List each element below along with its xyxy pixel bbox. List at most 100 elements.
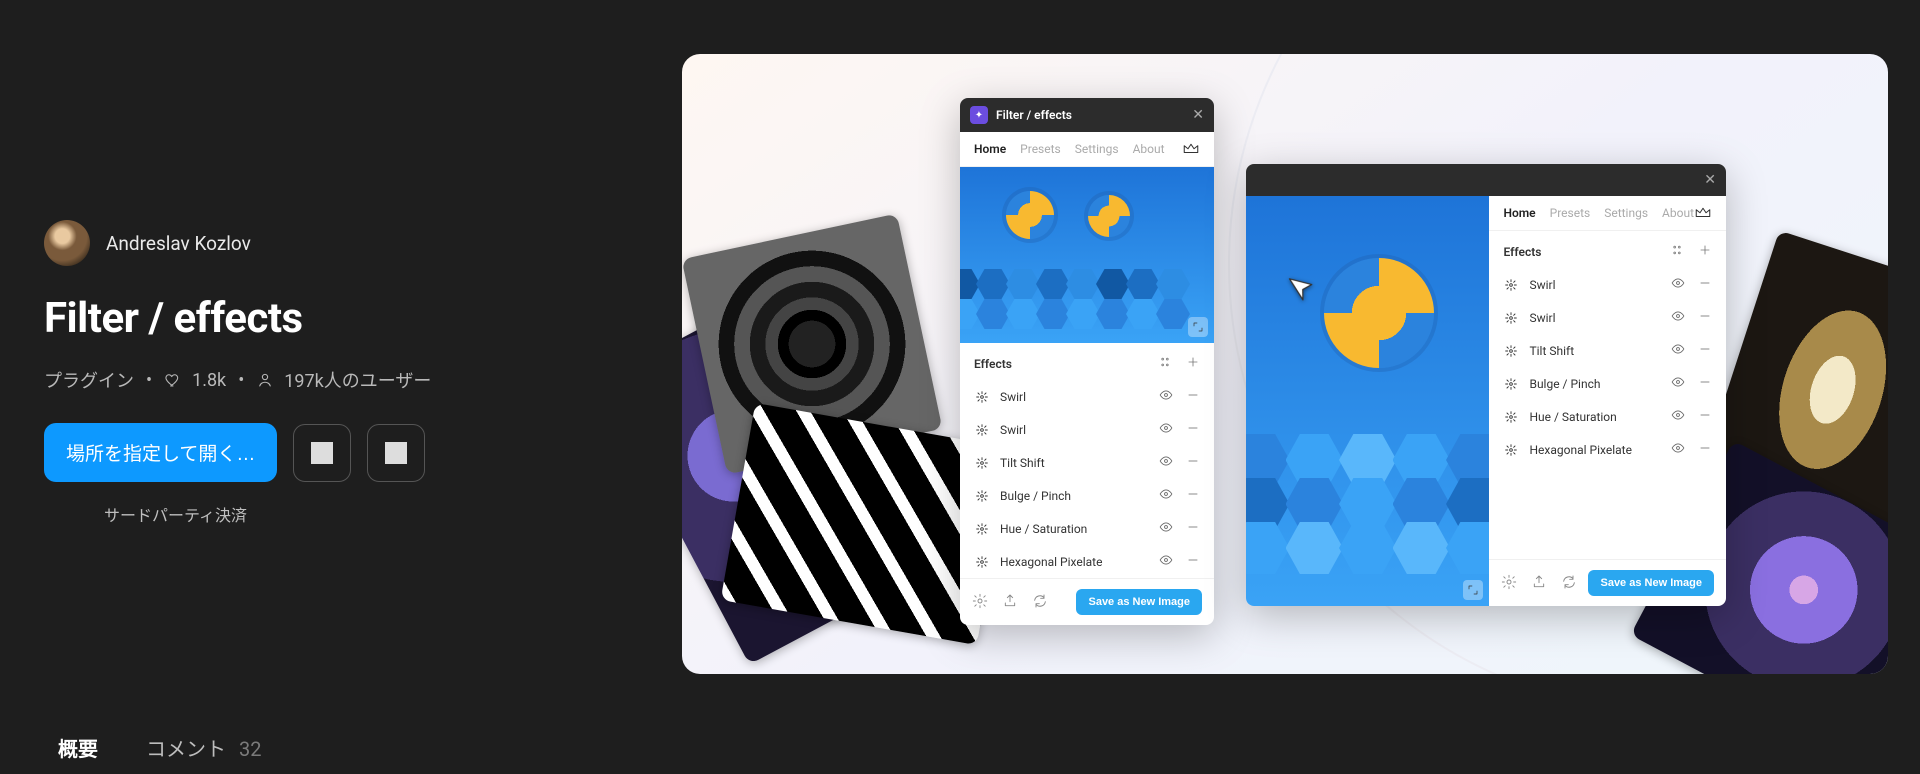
- panel-tab-home[interactable]: Home: [1503, 206, 1535, 220]
- panel-tab-settings[interactable]: Settings: [1075, 142, 1119, 156]
- meta-likes: 1.8k: [192, 370, 226, 391]
- effect-icon: [974, 422, 990, 438]
- visibility-icon[interactable]: [1670, 309, 1686, 326]
- visibility-icon[interactable]: [1670, 408, 1686, 425]
- add-icon[interactable]: [1698, 243, 1712, 260]
- crown-icon[interactable]: [1182, 142, 1200, 156]
- crown-icon[interactable]: [1694, 206, 1712, 220]
- refresh-icon[interactable]: [1032, 593, 1048, 612]
- open-in-button[interactable]: 場所を指定して開く…: [44, 423, 277, 482]
- panel-tab-settings[interactable]: Settings: [1604, 206, 1648, 220]
- remove-icon[interactable]: [1698, 276, 1712, 293]
- gear-icon[interactable]: [972, 593, 988, 612]
- effect-name: Bulge / Pinch: [1000, 489, 1071, 503]
- remove-icon[interactable]: [1186, 520, 1200, 537]
- panel-tab-about[interactable]: About: [1133, 142, 1165, 156]
- effect-row[interactable]: Hue / Saturation: [1489, 400, 1726, 433]
- visibility-icon[interactable]: [1158, 553, 1174, 570]
- effect-row[interactable]: Swirl: [1489, 301, 1726, 334]
- remove-icon[interactable]: [1698, 408, 1712, 425]
- expand-icon[interactable]: [1463, 580, 1483, 600]
- tab-comments-label: コメント: [146, 737, 226, 761]
- remove-icon[interactable]: [1186, 487, 1200, 504]
- remove-icon[interactable]: [1698, 441, 1712, 458]
- plugin-icon: ✦: [970, 106, 988, 124]
- remove-icon[interactable]: [1698, 309, 1712, 326]
- panel-preview: [960, 167, 1214, 343]
- panel-titlebar: ✕: [1246, 164, 1726, 196]
- effect-name: Swirl: [1000, 390, 1026, 404]
- export-icon[interactable]: [1002, 593, 1018, 612]
- remove-icon[interactable]: [1698, 375, 1712, 392]
- effects-header: Effects: [1489, 231, 1726, 268]
- author-row[interactable]: Andreslav Kozlov: [44, 220, 504, 266]
- expand-icon[interactable]: [1188, 317, 1208, 337]
- effect-name: Tilt Shift: [1529, 344, 1574, 358]
- icon-button-2[interactable]: [367, 424, 425, 482]
- effect-row[interactable]: Swirl: [960, 380, 1214, 413]
- close-icon[interactable]: ✕: [1192, 107, 1204, 123]
- swirl-graphic: [1324, 258, 1434, 368]
- effect-icon: [1503, 409, 1519, 425]
- drag-icon[interactable]: [1670, 243, 1684, 260]
- cursor-icon: [1284, 269, 1323, 313]
- visibility-icon[interactable]: [1158, 520, 1174, 537]
- panel-footer: Save as New Image: [960, 578, 1214, 625]
- plugin-info-panel: Andreslav Kozlov Filter / effects プラグイン …: [44, 220, 504, 526]
- effect-row[interactable]: Tilt Shift: [1489, 334, 1726, 367]
- export-icon[interactable]: [1531, 574, 1547, 593]
- panel-titlebar: ✦ Filter / effects ✕: [960, 98, 1214, 132]
- save-button[interactable]: Save as New Image: [1588, 570, 1714, 596]
- remove-icon[interactable]: [1186, 454, 1200, 471]
- panel-tab-presets[interactable]: Presets: [1020, 142, 1061, 156]
- visibility-icon[interactable]: [1158, 388, 1174, 405]
- tab-overview[interactable]: 概要: [58, 727, 98, 768]
- square-icon: [311, 442, 333, 464]
- panel-title: Filter / effects: [996, 108, 1072, 122]
- panel-tab-about[interactable]: About: [1662, 206, 1694, 220]
- effect-icon: [1503, 310, 1519, 326]
- remove-icon[interactable]: [1186, 421, 1200, 438]
- remove-icon[interactable]: [1186, 388, 1200, 405]
- visibility-icon[interactable]: [1158, 454, 1174, 471]
- visibility-icon[interactable]: [1670, 276, 1686, 293]
- effect-row[interactable]: Hexagonal Pixelate: [1489, 433, 1726, 466]
- visibility-icon[interactable]: [1670, 342, 1686, 359]
- visibility-icon[interactable]: [1670, 441, 1686, 458]
- panel-tab-presets[interactable]: Presets: [1550, 206, 1591, 220]
- heart-icon: [164, 371, 182, 389]
- effect-icon: [974, 521, 990, 537]
- effect-row[interactable]: Tilt Shift: [960, 446, 1214, 479]
- effect-name: Swirl: [1000, 423, 1026, 437]
- panel-tabs: Home Presets Settings About: [960, 132, 1214, 167]
- effect-icon: [974, 554, 990, 570]
- panel-footer: Save as New Image: [1489, 559, 1726, 606]
- effect-row[interactable]: Swirl: [960, 413, 1214, 446]
- visibility-icon[interactable]: [1158, 487, 1174, 504]
- effect-row[interactable]: Bulge / Pinch: [960, 479, 1214, 512]
- panel-tabs: Home Presets Settings About: [1489, 196, 1726, 231]
- effect-row[interactable]: Swirl: [1489, 268, 1726, 301]
- remove-icon[interactable]: [1186, 553, 1200, 570]
- author-name: Andreslav Kozlov: [106, 232, 251, 255]
- save-button[interactable]: Save as New Image: [1076, 589, 1202, 615]
- panel-tab-home[interactable]: Home: [974, 142, 1006, 156]
- effect-name: Swirl: [1529, 311, 1555, 325]
- refresh-icon[interactable]: [1561, 574, 1577, 593]
- effect-icon: [1503, 376, 1519, 392]
- plugin-panel-b: ✕ Home Presets Sett: [1246, 164, 1726, 606]
- effect-row[interactable]: Bulge / Pinch: [1489, 367, 1726, 400]
- swirl-graphic: [1088, 195, 1130, 237]
- visibility-icon[interactable]: [1158, 421, 1174, 438]
- add-icon[interactable]: [1186, 355, 1200, 372]
- close-icon[interactable]: ✕: [1704, 172, 1716, 188]
- drag-icon[interactable]: [1158, 355, 1172, 372]
- remove-icon[interactable]: [1698, 342, 1712, 359]
- effect-icon: [1503, 277, 1519, 293]
- effect-row[interactable]: Hue / Saturation: [960, 512, 1214, 545]
- visibility-icon[interactable]: [1670, 375, 1686, 392]
- effect-row[interactable]: Hexagonal Pixelate: [960, 545, 1214, 578]
- tab-comments[interactable]: コメント 32: [146, 727, 261, 768]
- gear-icon[interactable]: [1501, 574, 1517, 593]
- icon-button-1[interactable]: [293, 424, 351, 482]
